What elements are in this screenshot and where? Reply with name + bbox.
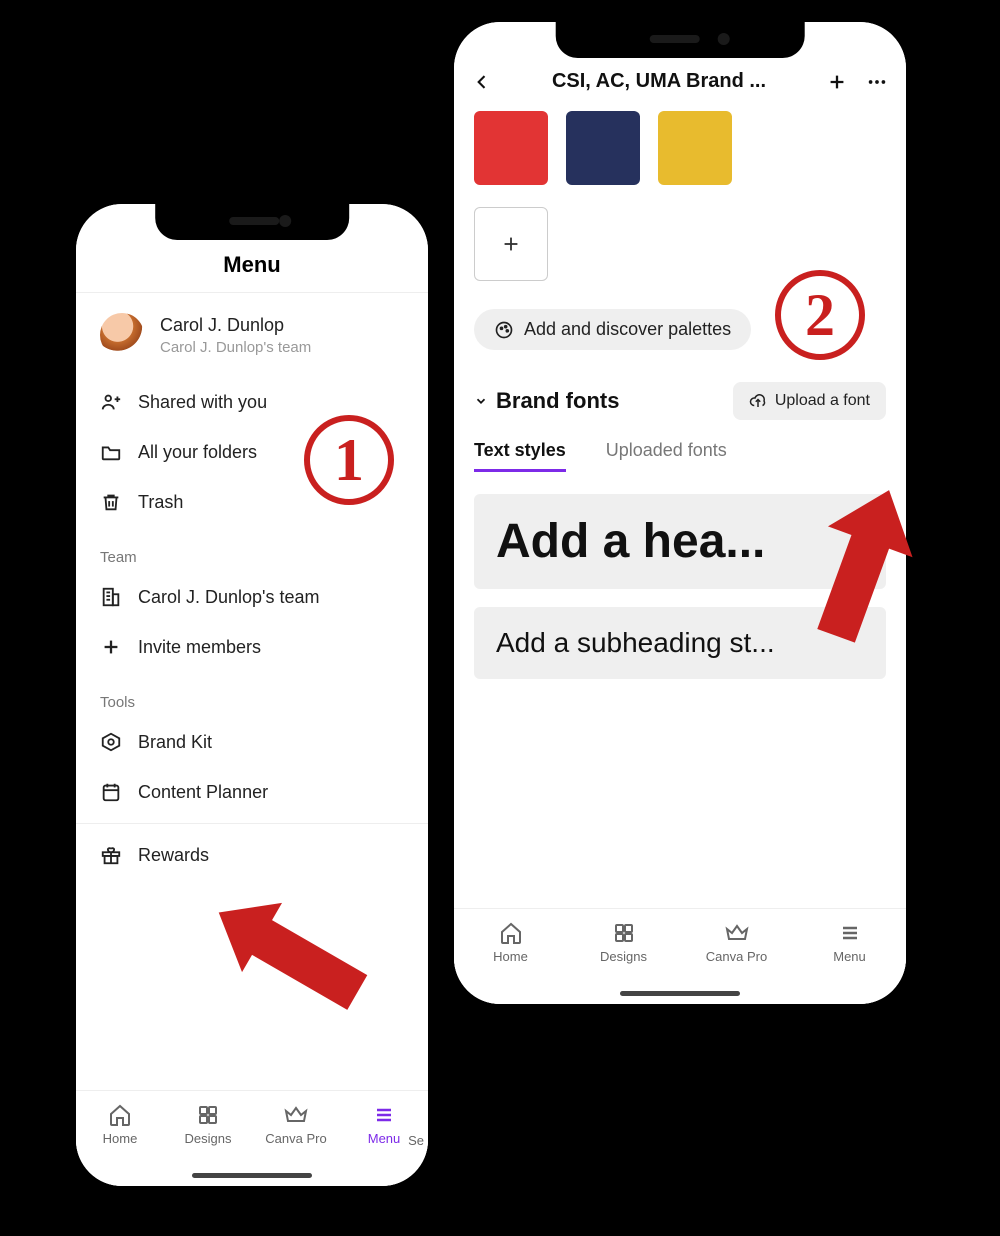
nav-label: Home — [103, 1131, 138, 1146]
color-swatch-yellow[interactable] — [658, 111, 732, 185]
profile-team: Carol J. Dunlop's team — [160, 339, 311, 356]
share-icon — [100, 391, 122, 413]
nav-canva-pro[interactable]: Canva Pro — [697, 921, 777, 964]
brand-fonts-header: Brand fonts Upload a font — [474, 382, 886, 420]
nav-home[interactable]: Home — [471, 921, 551, 964]
avatar — [100, 313, 144, 357]
menu-item-label: Shared with you — [138, 392, 267, 413]
trash-icon — [100, 491, 122, 513]
step-badge-2: 2 — [775, 270, 865, 360]
nav-label: Canva Pro — [265, 1131, 326, 1146]
brand-fonts-label: Brand fonts — [496, 388, 619, 414]
menu-content-planner[interactable]: Content Planner — [76, 767, 428, 817]
menu-item-label: Invite members — [138, 637, 261, 658]
menu-item-label: All your folders — [138, 442, 257, 463]
nav-label: Menu — [833, 949, 866, 964]
add-button[interactable] — [826, 71, 848, 93]
heading-style-button[interactable]: Add a hea... — [474, 494, 886, 589]
bottom-nav: Home Designs Canva Pro Menu — [76, 1090, 428, 1186]
nav-designs[interactable]: Designs — [168, 1103, 248, 1146]
nav-label: Designs — [600, 949, 647, 964]
tab-text-styles[interactable]: Text styles — [474, 440, 566, 472]
home-icon — [108, 1103, 132, 1127]
profile-row[interactable]: Carol J. Dunlop Carol J. Dunlop's team — [76, 293, 428, 377]
home-indicator — [620, 991, 740, 996]
menu-item-label: Content Planner — [138, 782, 268, 803]
phone-screen: CSI, AC, UMA Brand ... — [454, 22, 906, 1004]
chevron-down-icon — [474, 394, 488, 408]
brand-fonts-toggle[interactable]: Brand fonts — [474, 388, 619, 414]
palette-icon — [494, 320, 514, 340]
menu-icon — [372, 1103, 396, 1127]
building-icon — [100, 586, 122, 608]
phone-notch — [556, 22, 805, 58]
color-swatch-red[interactable] — [474, 111, 548, 185]
page-title: CSI, AC, UMA Brand ... — [492, 70, 826, 93]
nav-overflow-text: Se — [408, 1133, 424, 1148]
menu-item-label: Rewards — [138, 845, 209, 866]
section-tools-label: Tools — [76, 672, 428, 717]
font-tabs: Text styles Uploaded fonts — [474, 440, 886, 472]
menu-team-name[interactable]: Carol J. Dunlop's team — [76, 572, 428, 622]
phone-brand-kit: CSI, AC, UMA Brand ... — [440, 8, 920, 1018]
section-team-label: Team — [76, 527, 428, 572]
tab-uploaded-fonts[interactable]: Uploaded fonts — [606, 440, 727, 472]
pill-label: Add and discover palettes — [524, 319, 731, 340]
home-indicator — [192, 1173, 312, 1178]
cloud-upload-icon — [749, 392, 767, 410]
menu-icon — [838, 921, 862, 945]
brand-kit-icon — [100, 731, 122, 753]
calendar-icon — [100, 781, 122, 803]
crown-icon — [725, 921, 749, 945]
plus-icon — [100, 636, 122, 658]
upload-font-button[interactable]: Upload a font — [733, 382, 886, 420]
nav-label: Menu — [368, 1131, 401, 1146]
color-swatch-navy[interactable] — [566, 111, 640, 185]
add-color-button[interactable] — [474, 207, 548, 281]
phone-notch — [155, 204, 349, 240]
phone-screen: Menu Carol J. Dunlop Carol J. Dunlop's t… — [76, 204, 428, 1186]
menu-item-label: Carol J. Dunlop's team — [138, 587, 320, 608]
more-button[interactable] — [866, 71, 888, 93]
bottom-nav: Home Designs Canva Pro Menu — [454, 908, 906, 1004]
home-icon — [499, 921, 523, 945]
nav-menu[interactable]: Menu — [810, 921, 890, 964]
nav-designs[interactable]: Designs — [584, 921, 664, 964]
designs-icon — [612, 921, 636, 945]
nav-label: Home — [493, 949, 528, 964]
upload-font-label: Upload a font — [775, 392, 870, 410]
menu-invite-members[interactable]: Invite members — [76, 622, 428, 672]
step-badge-1: 1 — [304, 415, 394, 505]
add-discover-palettes-button[interactable]: Add and discover palettes — [474, 309, 751, 350]
nav-label: Canva Pro — [706, 949, 767, 964]
profile-name: Carol J. Dunlop — [160, 315, 311, 336]
nav-canva-pro[interactable]: Canva Pro — [256, 1103, 336, 1146]
menu-item-label: Trash — [138, 492, 183, 513]
divider — [76, 823, 428, 824]
crown-icon — [284, 1103, 308, 1127]
menu-item-label: Brand Kit — [138, 732, 212, 753]
gift-icon — [100, 844, 122, 866]
designs-icon — [196, 1103, 220, 1127]
phone-menu: Menu Carol J. Dunlop Carol J. Dunlop's t… — [62, 190, 442, 1200]
nav-home[interactable]: Home — [80, 1103, 160, 1146]
menu-shared-with-you[interactable]: Shared with you — [76, 377, 428, 427]
menu-brand-kit[interactable]: Brand Kit — [76, 717, 428, 767]
back-button[interactable] — [472, 72, 492, 92]
color-swatches — [474, 111, 886, 185]
menu-rewards[interactable]: Rewards — [76, 830, 428, 880]
folder-icon — [100, 441, 122, 463]
subheading-style-button[interactable]: Add a subheading st... — [474, 607, 886, 679]
nav-label: Designs — [185, 1131, 232, 1146]
